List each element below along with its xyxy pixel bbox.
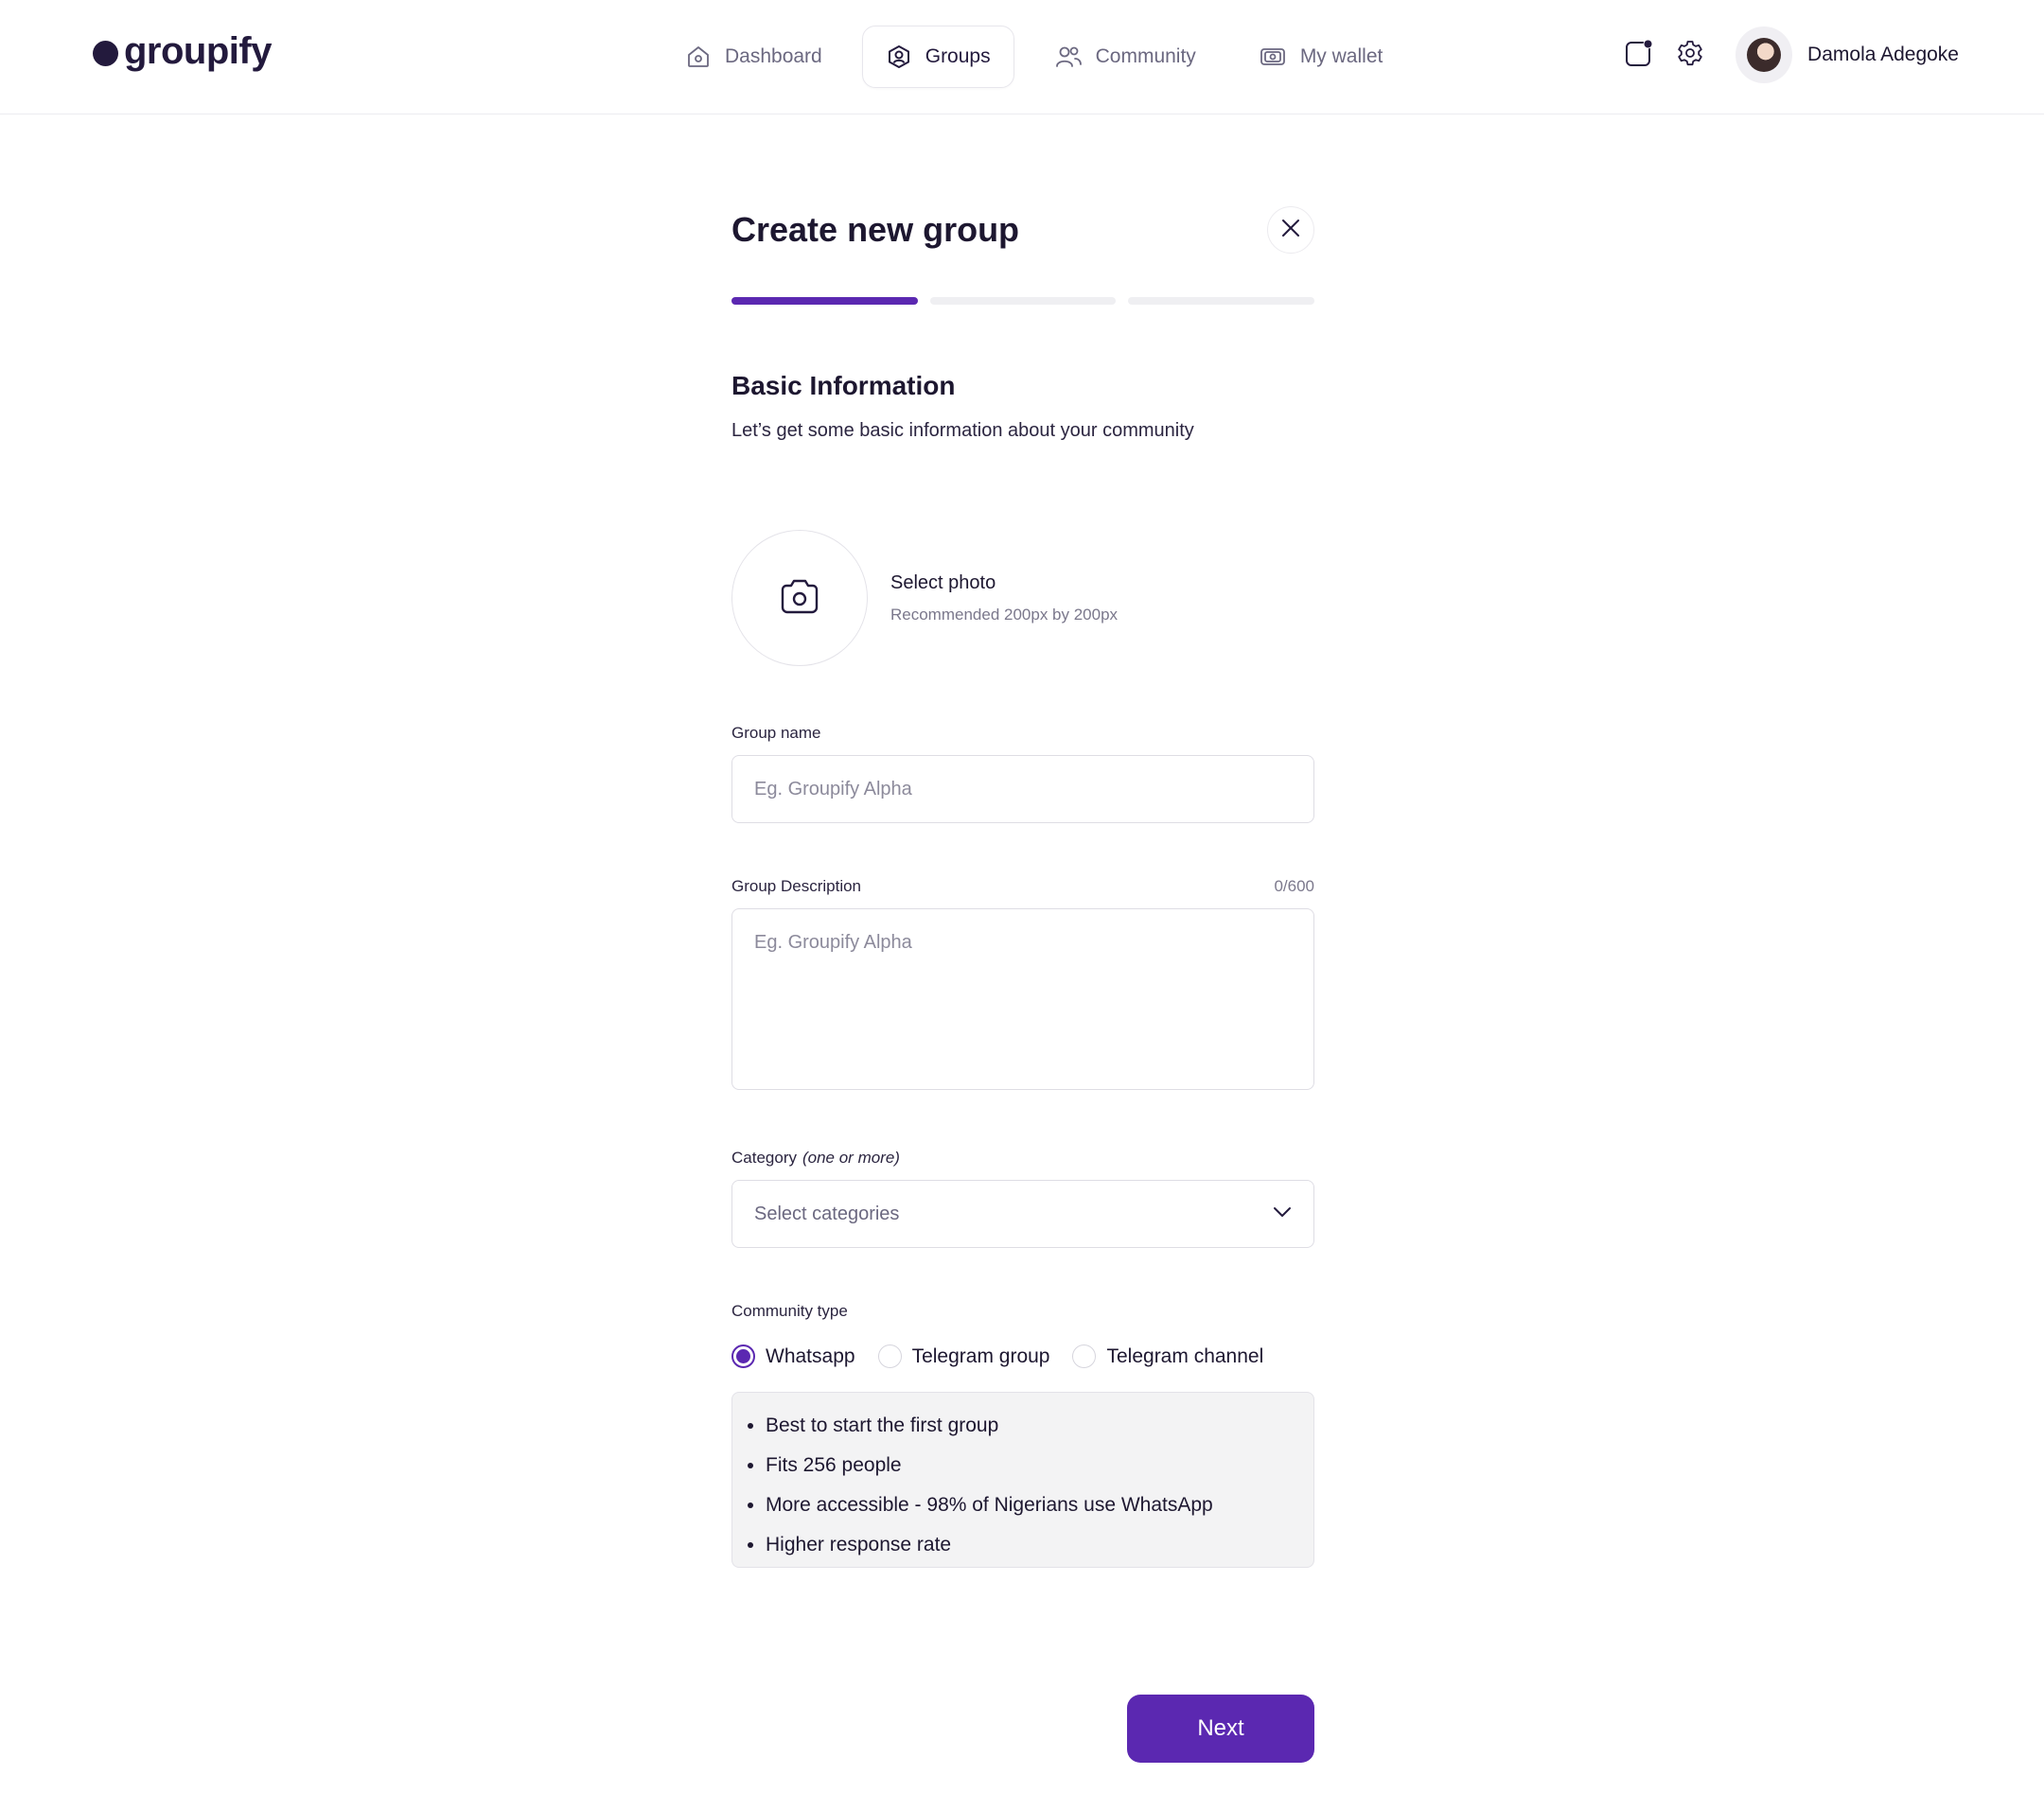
avatar-image bbox=[1747, 38, 1782, 72]
chevron-down-icon bbox=[1273, 1205, 1292, 1222]
group-description-input[interactable] bbox=[731, 908, 1314, 1090]
community-icon bbox=[1054, 44, 1083, 70]
photo-hint: Recommended 200px by 200px bbox=[890, 605, 1119, 624]
main-nav: Dashboard Groups Community My wallet bbox=[662, 25, 1405, 89]
radio-label: Whatsapp bbox=[766, 1344, 855, 1367]
nav-item-dashboard[interactable]: Dashboard bbox=[662, 26, 845, 88]
close-icon bbox=[1281, 219, 1300, 242]
select-photo-button[interactable] bbox=[731, 530, 868, 666]
select-photo-label[interactable]: Select photo bbox=[890, 572, 1118, 594]
radio-telegram-channel[interactable]: Telegram channel bbox=[1072, 1344, 1263, 1368]
camera-icon bbox=[778, 574, 821, 623]
photo-text: Select photo Recommended 200px by 200px bbox=[890, 572, 1118, 624]
list-item: More accessible - 98% of Nigerians use W… bbox=[746, 1485, 1300, 1525]
user-name[interactable]: Damola Adegoke bbox=[1807, 44, 1959, 66]
info-text: More accessible - 98% of Nigerians use W… bbox=[766, 1494, 1213, 1516]
logo-text: groupify bbox=[124, 30, 272, 72]
category-label-note: (one or more) bbox=[802, 1149, 900, 1167]
progress-step-1 bbox=[731, 297, 918, 305]
groupify-logo[interactable]: groupify bbox=[93, 30, 272, 73]
bullet-icon bbox=[748, 1502, 753, 1508]
progress-step-3 bbox=[1128, 297, 1315, 305]
groups-icon bbox=[886, 44, 912, 70]
bullet-icon bbox=[748, 1542, 753, 1548]
radio-whatsapp[interactable]: Whatsapp bbox=[731, 1344, 855, 1368]
settings-button[interactable] bbox=[1671, 36, 1709, 74]
category-select-placeholder: Select categories bbox=[754, 1203, 900, 1224]
nav-item-label: My wallet bbox=[1299, 45, 1383, 67]
community-type-field: Community type Whatsapp Telegram group T… bbox=[731, 1302, 1314, 1568]
bullet-icon bbox=[748, 1423, 753, 1429]
logo-dot-icon bbox=[93, 41, 118, 66]
photo-picker: Select photo Recommended 200px by 200px bbox=[731, 530, 1314, 666]
group-name-field: Group name bbox=[731, 724, 1314, 823]
group-name-input[interactable] bbox=[731, 755, 1314, 823]
page-title: Create new group bbox=[731, 210, 1020, 249]
gear-icon bbox=[1676, 39, 1704, 72]
info-text: Best to start the first group bbox=[766, 1415, 999, 1436]
top-navbar: groupify Dashboard Groups Community My w… bbox=[0, 0, 2044, 114]
nav-item-wallet[interactable]: My wallet bbox=[1236, 26, 1406, 88]
info-text: Higher response rate bbox=[766, 1534, 952, 1555]
step-progress bbox=[731, 297, 1315, 305]
group-description-field: Group Description 0/600 bbox=[731, 877, 1314, 1095]
nav-item-community[interactable]: Community bbox=[1031, 26, 1219, 88]
home-icon bbox=[685, 44, 712, 70]
radio-telegram-group[interactable]: Telegram group bbox=[877, 1344, 1050, 1368]
user-controls: Damola Adegoke bbox=[1620, 26, 1959, 83]
category-label-text: Category bbox=[731, 1149, 797, 1167]
community-type-label: Community type bbox=[731, 1302, 848, 1320]
progress-step-2 bbox=[929, 297, 1117, 305]
char-counter: 0/600 bbox=[1274, 877, 1314, 895]
list-item: Fits 256 people bbox=[746, 1446, 1300, 1485]
form-header: Create new group bbox=[731, 203, 1314, 256]
radio-button-checked[interactable] bbox=[731, 1344, 755, 1368]
category-select[interactable]: Select categories bbox=[731, 1180, 1314, 1248]
nav-item-label: Dashboard bbox=[725, 45, 822, 67]
list-item: Best to start the first group bbox=[746, 1406, 1300, 1446]
radio-label: Telegram channel bbox=[1106, 1344, 1264, 1367]
notification-icon bbox=[1624, 38, 1654, 73]
avatar[interactable] bbox=[1736, 26, 1793, 83]
radio-label: Telegram group bbox=[911, 1344, 1050, 1367]
close-button[interactable] bbox=[1267, 206, 1314, 254]
radio-button[interactable] bbox=[1072, 1344, 1097, 1368]
create-group-form: Create new group Basic Information Let’s… bbox=[731, 203, 1315, 1568]
category-field: Category (one or more) Select categories bbox=[731, 1149, 1314, 1248]
group-description-label-row: Group Description 0/600 bbox=[731, 877, 1314, 896]
community-type-info: Best to start the first group Fits 256 p… bbox=[731, 1392, 1314, 1568]
bullet-icon bbox=[748, 1463, 753, 1468]
list-item: Higher response rate bbox=[746, 1525, 1300, 1565]
community-type-options: Whatsapp Telegram group Telegram channel bbox=[731, 1344, 1314, 1368]
section-title: Basic Information bbox=[731, 371, 956, 400]
next-button[interactable]: Next bbox=[1127, 1695, 1314, 1763]
category-label: Category (one or more) bbox=[731, 1149, 1314, 1168]
group-description-label: Group Description bbox=[731, 877, 862, 895]
wallet-icon bbox=[1259, 44, 1287, 70]
section-subtitle: Let’s get some basic information about y… bbox=[731, 420, 1194, 441]
notifications-button[interactable] bbox=[1620, 36, 1658, 74]
nav-item-label: Groups bbox=[925, 45, 991, 67]
nav-item-label: Community bbox=[1095, 45, 1196, 67]
radio-button[interactable] bbox=[877, 1344, 902, 1368]
nav-item-groups[interactable]: Groups bbox=[861, 26, 1014, 88]
info-text: Fits 256 people bbox=[766, 1454, 902, 1476]
group-name-label: Group name bbox=[731, 724, 821, 742]
